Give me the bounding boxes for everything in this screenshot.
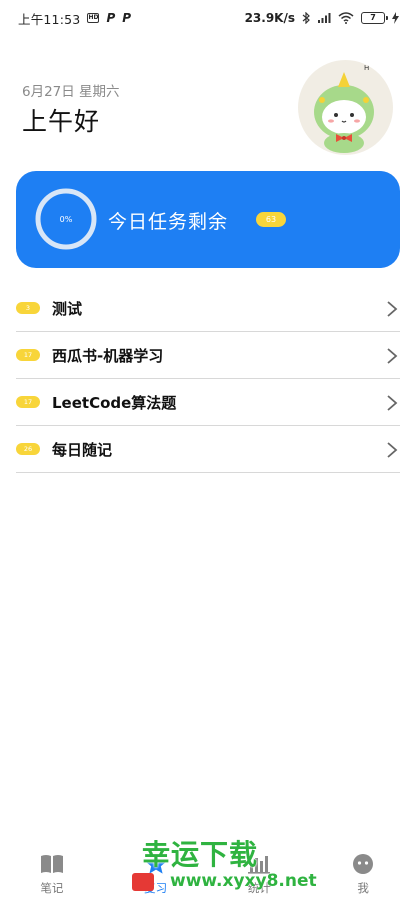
nav-label: 复习 [144, 881, 168, 895]
date-label: 6月27日 星期六 [22, 84, 120, 100]
dinosaur-avatar-icon: H [314, 64, 374, 153]
signal-icon [318, 13, 331, 23]
list-item-title: LeetCode算法题 [52, 393, 177, 412]
progress-percent: 0% [59, 214, 73, 224]
star-icon [145, 854, 167, 874]
chevron-right-icon [387, 395, 398, 411]
remaining-tasks-title: 今日任务剩余 [108, 211, 229, 233]
battery-icon: 7 [361, 12, 388, 24]
chevron-right-icon [387, 442, 398, 458]
today-progress-card[interactable]: 0% 今日任务剩余 63 [16, 171, 400, 268]
status-time: 上午11:53 [18, 11, 81, 27]
list-item-title: 测试 [52, 299, 83, 318]
bar-chart-icon [248, 856, 271, 874]
avatar[interactable]: H [298, 60, 393, 155]
nav-review[interactable]: 复习 [104, 848, 208, 900]
greeting-title: 上午好 [22, 107, 101, 136]
wifi-icon [338, 12, 354, 24]
nav-label: 统计 [247, 881, 271, 895]
count-badge: 17 [16, 396, 40, 408]
remaining-count-badge: 63 [256, 212, 286, 227]
bluetooth-icon [302, 12, 310, 24]
list-item-title: 每日随记 [52, 440, 113, 459]
count-badge: 3 [16, 302, 40, 314]
nav-label: 我 [357, 881, 369, 895]
count-badge: 17 [16, 349, 40, 361]
book-icon [40, 855, 63, 873]
notification-p-icon: P [106, 11, 116, 25]
face-icon [353, 854, 374, 874]
task-list: 3 测试 17 西瓜书-机器学习 17 LeetCode算法题 26 每日随记 [16, 285, 400, 473]
list-item[interactable]: 26 每日随记 [16, 426, 400, 473]
chevron-right-icon [387, 348, 398, 364]
nav-stats[interactable]: 统计 [208, 848, 312, 900]
charging-icon [392, 12, 399, 24]
network-speed: 23.9K/s [244, 11, 295, 25]
app-screen: 上午11:53 HD P P 23.9K/s 7 6月27日 星期六 上午好 H… [0, 0, 415, 900]
notification-p-icon: P [122, 11, 132, 25]
svg-text:H: H [364, 64, 369, 72]
notification-hd-icon: HD [87, 13, 100, 23]
nav-notes[interactable]: 笔记 [0, 848, 104, 900]
list-item-title: 西瓜书-机器学习 [52, 346, 164, 365]
list-item[interactable]: 3 测试 [16, 285, 400, 332]
list-item[interactable]: 17 西瓜书-机器学习 [16, 332, 400, 379]
chevron-right-icon [387, 301, 398, 317]
nav-label: 笔记 [40, 881, 64, 895]
nav-me[interactable]: 我 [311, 848, 415, 900]
count-badge: 26 [16, 443, 40, 455]
list-item[interactable]: 17 LeetCode算法题 [16, 379, 400, 426]
status-bar: 上午11:53 HD P P 23.9K/s 7 [0, 0, 415, 36]
bottom-navigation: 笔记 复习 统计 我 [0, 848, 415, 900]
